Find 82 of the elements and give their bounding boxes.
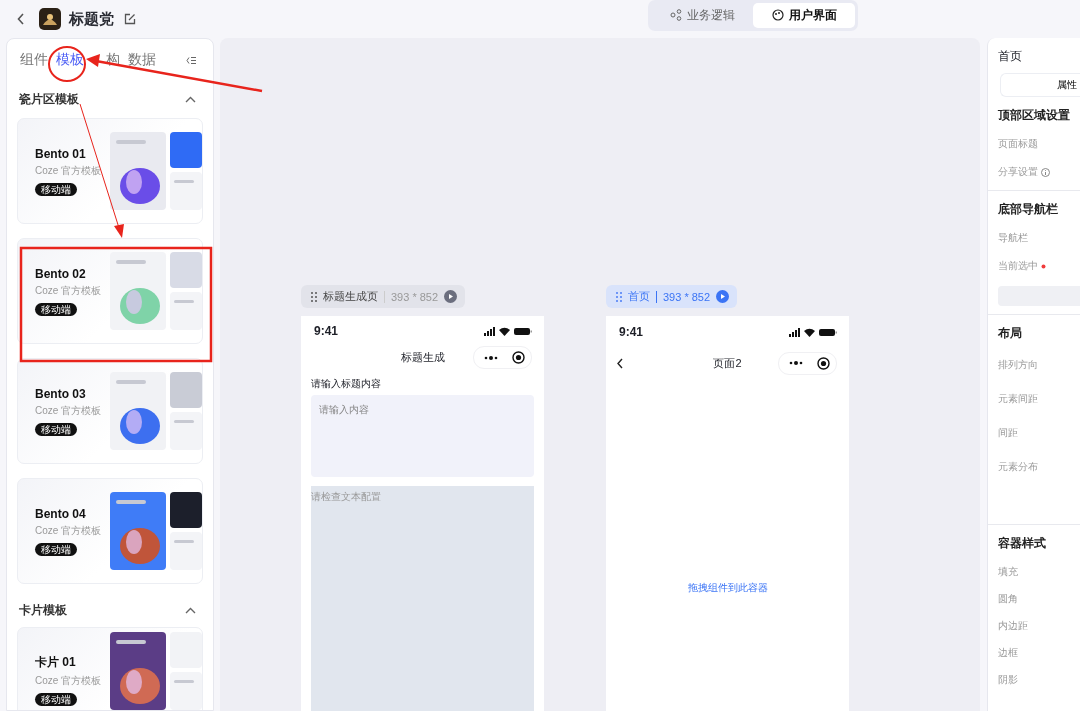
panel-title: 首页 (997, 48, 1023, 65)
property-label: 导航栏 (998, 231, 1028, 245)
chevron-icon[interactable] (185, 607, 196, 614)
more-icon (789, 361, 803, 365)
template-card[interactable]: Bento 02 Coze 官方模板 移动端 (17, 238, 203, 344)
platform-badge: 移动端 (35, 182, 77, 196)
back-icon[interactable] (17, 13, 25, 25)
chevron-icon[interactable] (185, 96, 196, 103)
status-time: 9:41 (314, 324, 339, 338)
more-icon (484, 355, 498, 360)
template-name: Bento 04 (35, 506, 86, 521)
platform-badge: 移动端 (35, 302, 77, 316)
edit-icon[interactable] (124, 13, 136, 25)
property-label: 页面标题 (998, 137, 1038, 151)
panel-tab[interactable]: 模板 (53, 51, 87, 69)
template-name: 卡片 01 (35, 654, 76, 671)
template-subtitle: Coze 官方模板 (35, 403, 102, 418)
template-name: Bento 02 (35, 266, 86, 281)
section-title: 布局 (998, 325, 1023, 342)
mode-tab[interactable]: 用户界面 (753, 2, 855, 28)
page-title: 页面2 (713, 355, 742, 371)
panel-tab[interactable]: 组件 (17, 51, 51, 69)
field-label: 请输入标题内容 (311, 377, 382, 391)
property-label: 圆角 (998, 591, 1018, 606)
platform-badge: 移动端 (35, 693, 77, 706)
page-size: 393 * 852 (656, 290, 711, 303)
property-label: 填充 (998, 564, 1018, 579)
property-label: 元素分布 (998, 460, 1038, 474)
drag-handle-icon[interactable] (616, 291, 622, 302)
page-tag[interactable]: 标题生成页 393 * 852 (301, 285, 466, 308)
template-card[interactable]: 卡片 01 Coze 官方模板 移动端 (17, 627, 203, 710)
page-size: 393 * 852 (384, 290, 439, 303)
template-subtitle: Coze 官方模板 (35, 283, 102, 298)
properties-tab[interactable]: 属性 (1000, 73, 1080, 97)
status-icons (484, 326, 532, 336)
section-title: 顶部区域设置 (998, 107, 1071, 124)
page-name: 标题生成页 (323, 289, 378, 304)
template-name: Bento 01 (35, 146, 86, 161)
template-name: Bento 03 (35, 386, 86, 401)
back-icon[interactable] (617, 357, 623, 369)
info-icon[interactable] (1041, 167, 1050, 177)
template-card[interactable]: Bento 01 Coze 官方模板 移动端 (17, 118, 203, 224)
template-card[interactable]: Bento 04 Coze 官方模板 移动端 (17, 478, 203, 584)
annotation-circle (48, 46, 86, 82)
property-label: 内边距 (998, 618, 1028, 633)
title-input[interactable]: 请输入内容 (311, 395, 534, 477)
mini-program-capsule[interactable] (473, 346, 532, 369)
section-title: 底部导航栏 (998, 201, 1059, 218)
template-subtitle: Coze 官方模板 (35, 674, 102, 688)
drop-hint: 拖拽组件到此容器 (687, 581, 768, 595)
section-title: 卡片模板 (19, 602, 67, 619)
property-label: 阴影 (998, 672, 1018, 687)
play-icon[interactable] (444, 290, 458, 303)
property-label: 间距 (998, 426, 1018, 440)
property-label: 分享设置 (998, 165, 1038, 179)
status-time: 9:41 (619, 325, 644, 339)
template-subtitle: Coze 官方模板 (35, 523, 102, 538)
play-icon[interactable] (716, 290, 730, 303)
record-icon (512, 351, 525, 364)
section-title: 容器样式 (998, 535, 1047, 552)
property-label: 当前选中 (998, 259, 1038, 273)
nodes-icon (669, 9, 682, 21)
template-subtitle: Coze 官方模板 (35, 163, 102, 178)
drag-handle-icon[interactable] (311, 291, 317, 302)
collapse-icon[interactable] (186, 55, 197, 65)
record-icon (817, 356, 830, 370)
page-title: 标题生成 (400, 350, 445, 365)
property-label: 边框 (998, 645, 1018, 660)
section-title: 瓷片区模板 (19, 91, 79, 108)
output-hint: 请检查文本配置 (311, 491, 381, 502)
property-label: 元素间距 (998, 392, 1038, 406)
page-name: 首页 (628, 289, 650, 304)
mini-program-capsule[interactable] (778, 351, 837, 375)
mode-tab[interactable]: 业务逻辑 (651, 2, 753, 28)
app-icon (39, 8, 61, 30)
platform-badge: 移动端 (35, 542, 77, 556)
status-icons (789, 327, 837, 337)
app-title: 标题党 (69, 9, 114, 29)
property-label: 排列方向 (998, 358, 1038, 372)
template-card[interactable]: Bento 03 Coze 官方模板 移动端 (17, 358, 203, 464)
platform-badge: 移动端 (35, 422, 77, 436)
panel-tab[interactable]: 数据 (125, 51, 159, 69)
